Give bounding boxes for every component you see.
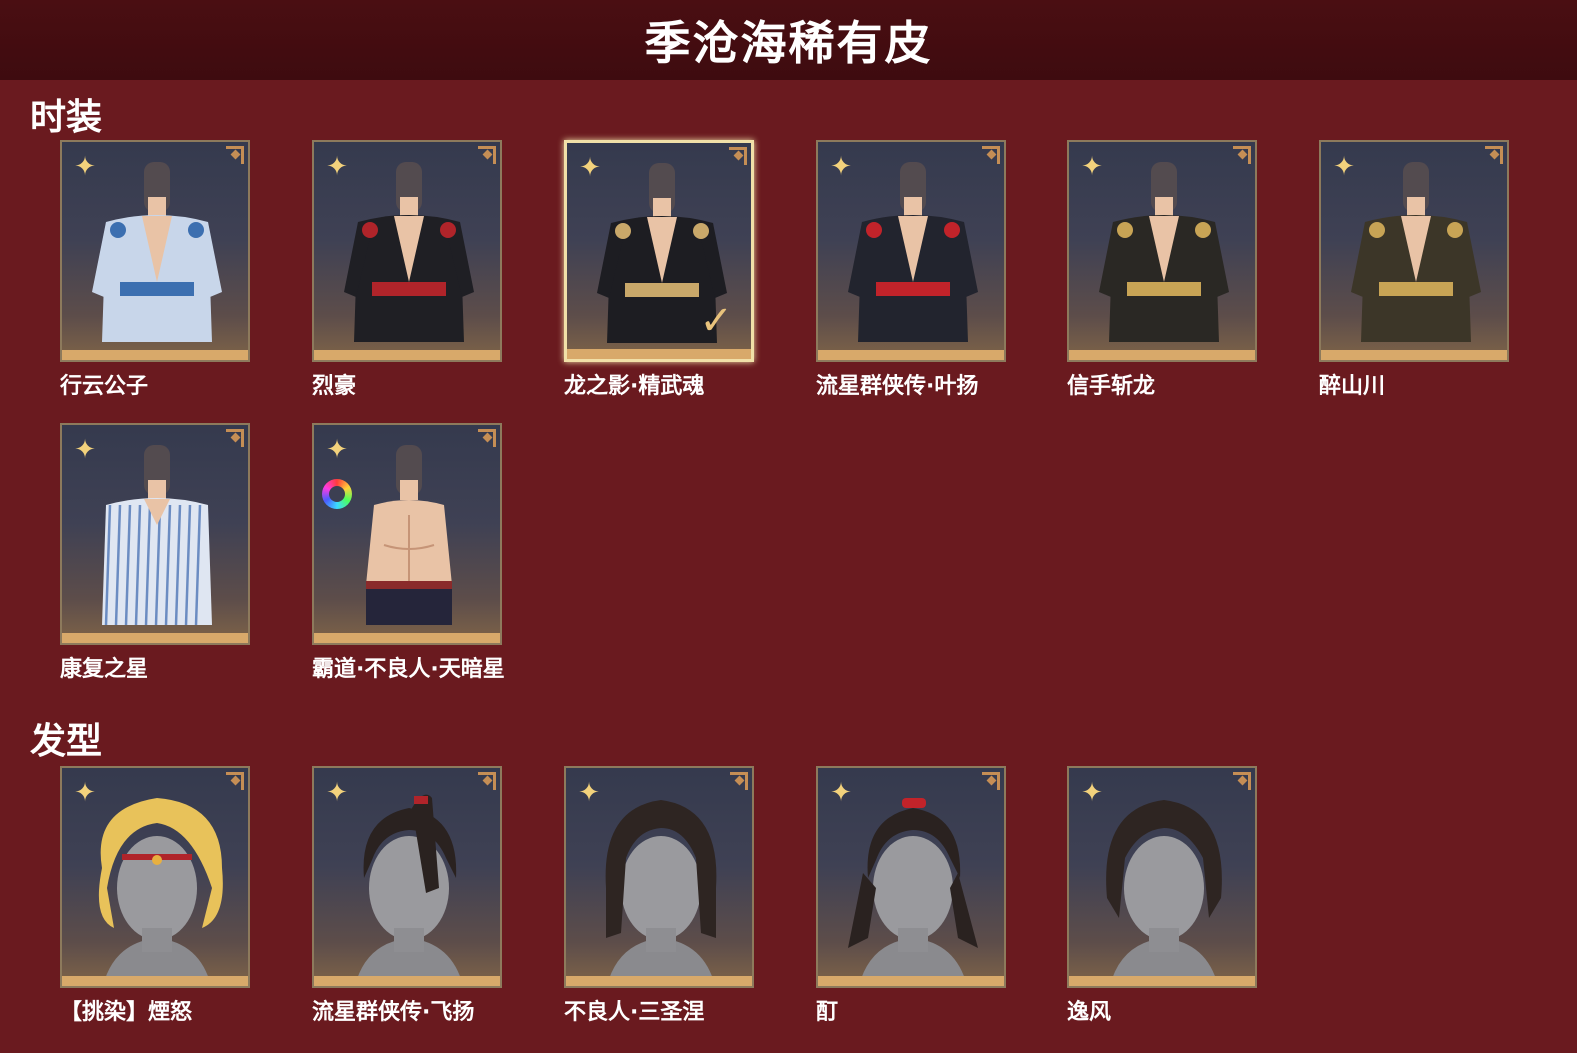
outfit-card[interactable]: ✦ 行云公子 [60, 140, 250, 399]
corner-ornament-icon [1233, 146, 1251, 164]
outfit-card[interactable]: ✦ 流星群侠传·叶扬 [816, 140, 1006, 399]
corner-ornament-icon [226, 772, 244, 790]
hairstyle-card[interactable]: ✦ 酊 [816, 766, 1006, 1025]
skin-name: 【挑染】煙怒 [60, 1000, 193, 1025]
hairstyle-card[interactable]: ✦ 【挑染】煙怒 [60, 766, 250, 1025]
corner-ornament-icon [982, 772, 1000, 790]
hairstyle-thumbnail: ✦ [60, 766, 250, 988]
header-bar: 季沧海稀有皮 [0, 0, 1577, 80]
skin-name: 流星群侠传·叶扬 [816, 374, 979, 399]
outfit-thumbnail: ✦ [816, 140, 1006, 362]
section-title-outfits: 时装 [30, 97, 103, 138]
corner-ornament-icon [478, 772, 496, 790]
hairstyle-thumbnail: ✦ [564, 766, 754, 988]
corner-ornament-icon [226, 429, 244, 447]
hairstyle-card[interactable]: ✦ 不良人·三圣涅 [564, 766, 754, 1025]
corner-ornament-icon [1233, 772, 1251, 790]
skin-name: 康复之星 [60, 657, 149, 682]
outfit-thumbnail: ✦ [60, 423, 250, 645]
corner-ornament-icon [226, 146, 244, 164]
outfit-thumbnail: ✦ [1067, 140, 1257, 362]
skin-name: 行云公子 [60, 374, 149, 399]
rarity-star-icon: ✦ [326, 435, 348, 465]
skin-name: 不良人·三圣涅 [564, 1000, 705, 1025]
skin-name: 流星群侠传·飞扬 [312, 1000, 475, 1025]
page-title: 季沧海稀有皮 [644, 16, 933, 70]
outfit-thumbnail: ✦ [1319, 140, 1509, 362]
skin-name: 龙之影·精武魂 [564, 374, 705, 399]
corner-ornament-icon [478, 429, 496, 447]
rarity-star-icon: ✦ [74, 778, 96, 808]
rarity-star-icon: ✦ [579, 153, 601, 183]
outfit-card[interactable]: ✦ 烈豪 [312, 140, 502, 399]
hairstyle-thumbnail: ✦ [1067, 766, 1257, 988]
outfit-card[interactable]: ✦ 信手斩龙 [1067, 140, 1257, 399]
rarity-star-icon: ✦ [1333, 152, 1355, 182]
hairstyle-thumbnail: ✦ [312, 766, 502, 988]
outfit-thumbnail: ✦ [312, 423, 502, 645]
rarity-star-icon: ✦ [326, 152, 348, 182]
rarity-star-icon: ✦ [1081, 152, 1103, 182]
rarity-star-icon: ✦ [74, 435, 96, 465]
outfit-thumbnail: ✦ [60, 140, 250, 362]
outfit-thumbnail: ✦ ✓ [564, 140, 754, 362]
hairstyle-thumbnail: ✦ [816, 766, 1006, 988]
color-palette-icon [322, 479, 352, 509]
skin-name: 烈豪 [312, 374, 357, 399]
rare-skins-page: 季沧海稀有皮 时装 发型 ✦ 行云公子 ✦ 烈豪 ✦ ✓ 龙之影·精武魂 ✦ 流… [0, 0, 1577, 1053]
outfit-card[interactable]: ✦ ✓ 龙之影·精武魂 [564, 140, 754, 399]
rarity-star-icon: ✦ [830, 152, 852, 182]
skin-name: 逸风 [1067, 1000, 1112, 1025]
skin-name: 醉山川 [1319, 374, 1386, 399]
outfit-thumbnail: ✦ [312, 140, 502, 362]
corner-ornament-icon [1485, 146, 1503, 164]
hairstyle-card[interactable]: ✦ 流星群侠传·飞扬 [312, 766, 502, 1025]
hairstyle-card[interactable]: ✦ 逸风 [1067, 766, 1257, 1025]
outfit-card[interactable]: ✦ 醉山川 [1319, 140, 1509, 399]
rarity-star-icon: ✦ [578, 778, 600, 808]
corner-ornament-icon [730, 772, 748, 790]
corner-ornament-icon [478, 146, 496, 164]
rarity-star-icon: ✦ [326, 778, 348, 808]
section-title-hairstyles: 发型 [30, 721, 103, 762]
selected-check-icon: ✓ [699, 298, 733, 344]
outfit-card[interactable]: ✦ 康复之星 [60, 423, 250, 682]
outfit-card[interactable]: ✦ 霸道·不良人·天暗星 [312, 423, 505, 682]
rarity-star-icon: ✦ [1081, 778, 1103, 808]
corner-ornament-icon [982, 146, 1000, 164]
skin-name: 信手斩龙 [1067, 374, 1156, 399]
skin-name: 酊 [816, 1000, 839, 1025]
corner-ornament-icon [729, 147, 747, 165]
skin-name: 霸道·不良人·天暗星 [312, 657, 505, 682]
rarity-star-icon: ✦ [74, 152, 96, 182]
rarity-star-icon: ✦ [830, 778, 852, 808]
